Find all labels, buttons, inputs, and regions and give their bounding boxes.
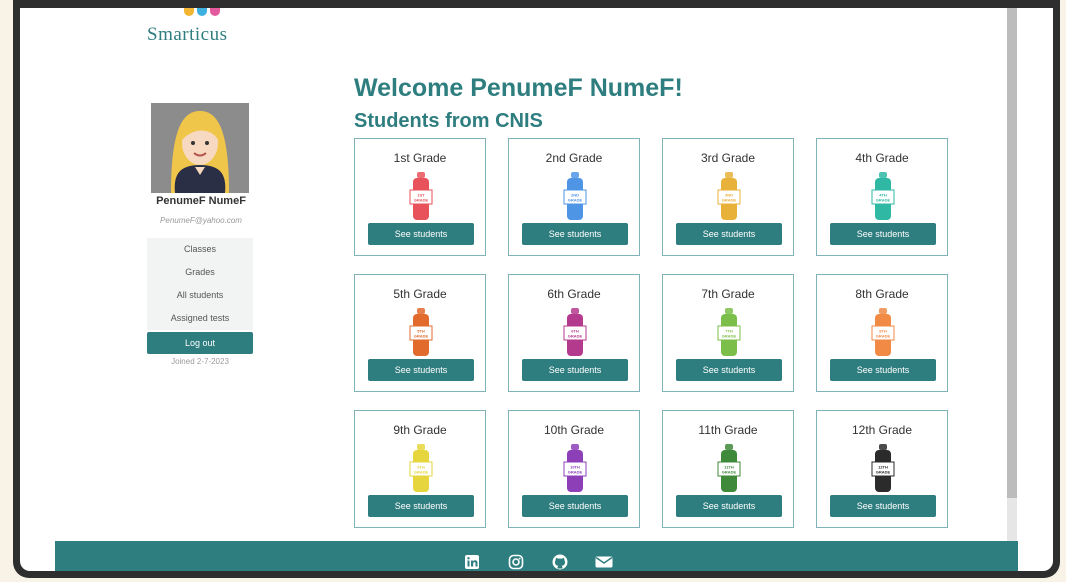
bottle-label-text: GRADE — [414, 198, 429, 203]
bottle-icon: 10THGRADE — [563, 444, 587, 492]
bottle-label-text: GRADE — [722, 470, 737, 475]
user-name: PenumeF NumeF — [156, 195, 246, 207]
grade-card: 11th Grade 11TH GRADE See students — [662, 410, 794, 528]
bottle-icon: 4THGRADE — [871, 172, 895, 220]
grade-card-title: 1st Grade — [393, 151, 447, 165]
bottle-label-text: GRADE — [876, 470, 891, 475]
grade-card: 3rd Grade 3RD GRADE See students — [662, 138, 794, 256]
grade-card-title: 7th Grade — [701, 287, 755, 301]
grade-card-title: 12th Grade — [851, 423, 913, 437]
grade-card-title: 4th Grade — [855, 151, 909, 165]
bottle-icon: 8THGRADE — [871, 308, 895, 356]
bottle-icon: 12THGRADE — [871, 444, 895, 492]
grade-card: 5th Grade 5TH GRADE See students — [354, 274, 486, 392]
grade-card: 1st Grade 1ST GRADE See students — [354, 138, 486, 256]
brand-logo[interactable]: Smarticus — [147, 24, 228, 46]
bottle-icon: 3RDGRADE — [717, 172, 741, 220]
bottle-label-text: GRADE — [876, 198, 891, 203]
sidebar-item-assigned-tests[interactable]: Assigned tests — [147, 307, 253, 330]
grade-card: 2nd Grade 2ND GRADE See students — [508, 138, 640, 256]
grade-card-title: 2nd Grade — [545, 151, 603, 165]
grade-card-title: 11th Grade — [698, 423, 758, 437]
sidebar-menu: Classes Grades All students Assigned tes… — [147, 238, 253, 330]
grade-card-title: 9th Grade — [393, 423, 447, 437]
grade-card-title: 8th Grade — [855, 287, 909, 301]
sidebar-item-all-students[interactable]: All students — [147, 284, 253, 307]
bottle-icon: 7THGRADE — [717, 308, 741, 356]
sidebar-item-grades[interactable]: Grades — [147, 261, 253, 284]
scrollbar-thumb[interactable] — [1007, 8, 1017, 498]
footer-icons — [462, 554, 614, 570]
grade-card-title: 5th Grade — [393, 287, 447, 301]
avatar — [151, 103, 249, 193]
bottle-icon: 6THGRADE — [563, 308, 587, 356]
scrollbar-track[interactable] — [1007, 8, 1017, 548]
grade-card: 8th Grade 8TH GRADE See students — [816, 274, 948, 392]
footer — [55, 541, 1018, 571]
grade-card: 12th Grade 12TH GRADE See students — [816, 410, 948, 528]
grade-grid: 1st Grade 1ST GRADE See students 2nd Grade 2N… — [354, 138, 954, 530]
logout-button[interactable]: Log out — [147, 332, 253, 354]
grade-card: 9th Grade 9TH GRADE See students — [354, 410, 486, 528]
see-students-button[interactable]: See students — [522, 495, 628, 517]
grade-card-title: 3rd Grade — [700, 151, 756, 165]
see-students-button[interactable]: See students — [368, 495, 474, 517]
bottle-label-text: GRADE — [414, 470, 429, 475]
see-students-button[interactable]: See students — [830, 495, 936, 517]
bottle-icon: 1STGRADE — [409, 172, 433, 220]
see-students-button[interactable]: See students — [368, 359, 474, 381]
joined-date: Joined 2-7-2023 — [171, 357, 229, 366]
grade-card: 4th Grade 4TH GRADE See students — [816, 138, 948, 256]
bottle-label-text: GRADE — [722, 334, 737, 339]
user-email: PenumeF@yahoo.com — [160, 216, 242, 225]
device-frame: Smarticus PenumeF NumeF PenumeF@yahoo.co… — [13, 0, 1060, 578]
bottle-icon: 5THGRADE — [409, 308, 433, 356]
page-title: Welcome PenumeF NumeF! — [354, 74, 683, 102]
github-icon[interactable] — [550, 554, 570, 570]
bottle-label-text: GRADE — [568, 334, 583, 339]
see-students-button[interactable]: See students — [676, 223, 782, 245]
bottle-label-text: GRADE — [568, 470, 583, 475]
see-students-button[interactable]: See students — [676, 495, 782, 517]
see-students-button[interactable]: See students — [522, 223, 628, 245]
sidebar-item-classes[interactable]: Classes — [147, 238, 253, 261]
bottle-icon: 9THGRADE — [409, 444, 433, 492]
app-screen: Smarticus PenumeF NumeF PenumeF@yahoo.co… — [20, 8, 1053, 571]
grade-card: 10th Grade 10TH GRADE See students — [508, 410, 640, 528]
mail-icon[interactable] — [594, 554, 614, 570]
grade-card-title: 6th Grade — [547, 287, 601, 301]
grade-card: 6th Grade 6TH GRADE See students — [508, 274, 640, 392]
see-students-button[interactable]: See students — [830, 223, 936, 245]
see-students-button[interactable]: See students — [676, 359, 782, 381]
bottle-icon: 2NDGRADE — [563, 172, 587, 220]
grade-card: 7th Grade 7TH GRADE See students — [662, 274, 794, 392]
see-students-button[interactable]: See students — [522, 359, 628, 381]
bottle-label-text: GRADE — [722, 198, 737, 203]
bottle-icon: 11THGRADE — [717, 444, 741, 492]
page-subtitle: Students from CNIS — [354, 110, 543, 132]
instagram-icon[interactable] — [506, 554, 526, 570]
bottle-label-text: GRADE — [414, 334, 429, 339]
grade-card-title: 10th Grade — [543, 423, 605, 437]
see-students-button[interactable]: See students — [830, 359, 936, 381]
bottle-label-text: GRADE — [568, 198, 583, 203]
bottle-label-text: GRADE — [876, 334, 891, 339]
logo-graphic — [172, 8, 232, 18]
see-students-button[interactable]: See students — [368, 223, 474, 245]
linkedin-icon[interactable] — [462, 554, 482, 570]
